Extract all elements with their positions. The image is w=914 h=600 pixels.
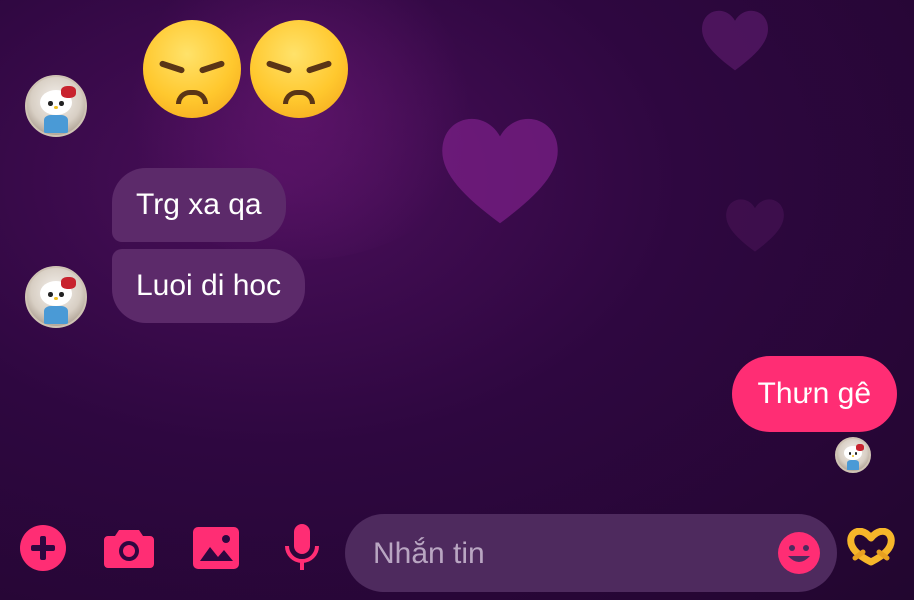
background-heart-large — [430, 100, 570, 240]
contact-avatar[interactable] — [25, 266, 87, 328]
quick-reaction-button[interactable] — [843, 520, 899, 576]
message-input[interactable] — [371, 514, 755, 594]
microphone-icon — [285, 524, 319, 570]
voice-button[interactable] — [274, 520, 330, 576]
add-button[interactable] — [15, 520, 71, 576]
background-heart-top — [690, 0, 780, 80]
background-heart-small — [720, 190, 790, 260]
disappointed-face-emoji — [143, 20, 241, 118]
camera-icon — [104, 530, 154, 568]
message-text: Luoi di hoc — [136, 269, 282, 302]
emoji-button[interactable] — [777, 531, 821, 575]
message-text: Thưn gê — [757, 377, 871, 410]
contact-avatar[interactable] — [25, 75, 87, 137]
incoming-message-bubble[interactable]: Trg xa qa — [112, 168, 286, 242]
incoming-message-bubble[interactable]: Luoi di hoc — [112, 249, 306, 323]
disappointed-face-emoji — [250, 20, 348, 118]
camera-button[interactable] — [101, 520, 157, 576]
image-icon — [193, 527, 239, 569]
gallery-button[interactable] — [188, 520, 244, 576]
outgoing-message-bubble[interactable]: Thưn gê — [731, 356, 897, 432]
message-input-container — [345, 514, 837, 594]
message-text: Trg xa qa — [136, 188, 262, 221]
seen-receipt-avatar — [835, 437, 871, 473]
plus-icon — [20, 525, 66, 571]
heart-hands-icon — [847, 528, 895, 566]
emoji-icon — [778, 532, 820, 574]
